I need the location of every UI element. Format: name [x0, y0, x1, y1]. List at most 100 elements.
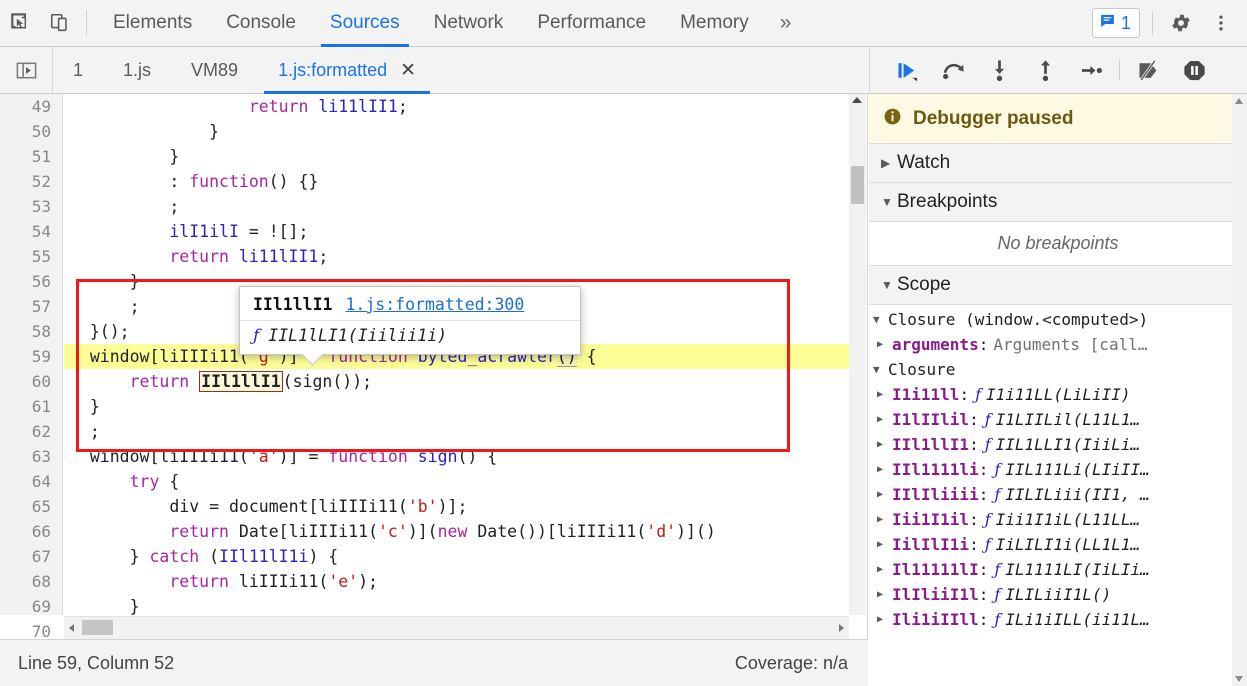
show-navigator-icon[interactable] — [0, 47, 52, 94]
vertical-scroll-thumb[interactable] — [851, 166, 864, 204]
line-number[interactable]: 59 — [0, 344, 62, 369]
code-line[interactable]: ilI1ilI = ![]; — [64, 219, 854, 244]
code-line[interactable]: try { — [64, 469, 854, 494]
line-number[interactable]: 66 — [0, 519, 62, 544]
code-line[interactable]: window[liIIIi11('a')] = function sign() … — [64, 444, 854, 469]
file-tab-vm89[interactable]: VM89 — [171, 47, 258, 94]
gear-icon[interactable] — [1161, 0, 1201, 47]
file-tab-1js[interactable]: 1.js — [103, 47, 171, 94]
scope-function-row[interactable]: ▶ IIl1llI1: ƒ IIL1LLI1(IiiLi… — [869, 432, 1247, 457]
chevron-right-icon[interactable]: ▶ — [877, 532, 892, 557]
scope-closure-row[interactable]: ▼ Closure — [869, 357, 1247, 382]
chevron-right-icon[interactable]: ▶ — [877, 582, 892, 607]
tab-console[interactable]: Console — [209, 0, 313, 47]
code-line[interactable]: return liIIIi11('e'); — [64, 569, 854, 594]
tab-sources[interactable]: Sources — [313, 0, 417, 47]
chevron-right-icon[interactable]: ▶ — [877, 457, 892, 482]
scroll-left-arrow-icon[interactable] — [69, 624, 74, 632]
line-number[interactable]: 58 — [0, 319, 62, 344]
inspect-cursor-icon[interactable] — [0, 0, 40, 47]
code-line[interactable]: } — [64, 394, 854, 419]
device-toolbar-icon[interactable] — [40, 0, 80, 47]
step-into-icon[interactable] — [976, 50, 1022, 90]
line-number[interactable]: 53 — [0, 194, 62, 219]
resume-icon[interactable] — [884, 50, 930, 90]
tab-memory[interactable]: Memory — [663, 0, 766, 47]
line-number[interactable]: 68 — [0, 569, 62, 594]
scope-property-row[interactable]: ▶ arguments: Arguments [call… — [869, 332, 1247, 357]
kebab-menu-icon[interactable] — [1201, 0, 1241, 47]
scope-function-row[interactable]: ▶ Il11111lI: ƒ IL1111LI(IiLIi… — [869, 557, 1247, 582]
section-breakpoints[interactable]: ▼ Breakpoints — [869, 183, 1247, 222]
line-number[interactable]: 67 — [0, 544, 62, 569]
step-over-icon[interactable] — [930, 50, 976, 90]
sidebar-vertical-scrollbar[interactable] — [1232, 94, 1247, 686]
chevron-right-icon[interactable]: ▶ — [877, 332, 892, 357]
line-number[interactable]: 61 — [0, 394, 62, 419]
code-line[interactable]: return li11lII1; — [64, 94, 854, 119]
popover-source-link[interactable]: 1.js:formatted:300 — [345, 295, 524, 314]
more-tabs-icon[interactable]: » — [766, 11, 806, 35]
tab-elements[interactable]: Elements — [96, 0, 209, 47]
chevron-down-icon[interactable]: ▼ — [873, 357, 888, 382]
line-number[interactable]: 55 — [0, 244, 62, 269]
editor-horizontal-scrollbar[interactable] — [64, 616, 849, 639]
line-number[interactable]: 52 — [0, 169, 62, 194]
line-number[interactable]: 62 — [0, 419, 62, 444]
horizontal-scroll-thumb[interactable] — [82, 620, 113, 635]
tab-performance[interactable]: Performance — [520, 0, 663, 47]
code-line[interactable]: : function() {} — [64, 169, 854, 194]
scroll-down-arrow-icon[interactable] — [1235, 676, 1243, 682]
code-line[interactable]: return Date[liIIIi11('c')](new Date())[l… — [64, 519, 854, 544]
scope-closure-row[interactable]: ▼ Closure (window.<computed>) — [869, 307, 1247, 332]
scroll-up-arrow-icon[interactable] — [1235, 98, 1243, 104]
chevron-right-icon[interactable]: ▶ — [877, 482, 892, 507]
step-out-icon[interactable] — [1022, 50, 1068, 90]
chevron-right-icon[interactable]: ▶ — [877, 407, 892, 432]
chevron-right-icon[interactable]: ▶ — [877, 382, 892, 407]
file-tab-1js-formatted[interactable]: 1.js:formatted ✕ — [258, 47, 436, 94]
file-tab-1[interactable]: 1 — [53, 47, 103, 94]
line-number[interactable]: 64 — [0, 469, 62, 494]
chevron-right-icon[interactable]: ▶ — [877, 507, 892, 532]
line-number[interactable]: 54 — [0, 219, 62, 244]
editor-vertical-scrollbar[interactable] — [849, 94, 866, 615]
line-number[interactable]: 51 — [0, 144, 62, 169]
scope-function-row[interactable]: ▶ I1i11ll: ƒ I1i11LL(LiLiII) — [869, 382, 1247, 407]
scope-function-row[interactable]: ▶ I1lIIlil: ƒ I1LIILil(L11L1… — [869, 407, 1247, 432]
scope-function-row[interactable]: ▶ Ili1iIIll: ƒ ILi1iILL(ii11L… — [869, 607, 1247, 632]
scroll-right-arrow-icon[interactable] — [839, 624, 844, 632]
code-line[interactable]: return IIl1llI1 (sign()); — [64, 369, 854, 394]
line-number[interactable]: 57 — [0, 294, 62, 319]
line-number[interactable]: 69 — [0, 594, 62, 619]
deactivate-breakpoints-icon[interactable] — [1125, 50, 1171, 90]
scope-function-row[interactable]: ▶ IIl1111li: ƒ IIL111Li(LIiII… — [869, 457, 1247, 482]
code-line[interactable]: } — [64, 144, 854, 169]
step-icon[interactable] — [1068, 50, 1114, 90]
line-number[interactable]: 63 — [0, 444, 62, 469]
scope-function-row[interactable]: ▶ IIlIliiii: ƒ IILILiii(II1, … — [869, 482, 1247, 507]
section-watch[interactable]: ▶ Watch — [869, 144, 1247, 183]
scope-function-row[interactable]: ▶ IilIlI1i: ƒ IiLILI1i(LL1L1… — [869, 532, 1247, 557]
line-number[interactable]: 49 — [0, 94, 62, 119]
section-scope[interactable]: ▼ Scope — [869, 266, 1247, 305]
scope-function-row[interactable]: ▶ IlIliiI1l: ƒ ILILiiI1L() — [869, 582, 1247, 607]
code-line[interactable]: } catch (IIl11lI1i) { — [64, 544, 854, 569]
code-line[interactable]: ; — [64, 419, 854, 444]
scope-function-row[interactable]: ▶ Iii1I1il: ƒ Iii1I1iL(L11LL… — [869, 507, 1247, 532]
tab-network[interactable]: Network — [417, 0, 521, 47]
line-number[interactable]: 60 — [0, 369, 62, 394]
chevron-right-icon[interactable]: ▶ — [877, 432, 892, 457]
code-line[interactable]: } — [64, 594, 854, 615]
line-number[interactable]: 50 — [0, 119, 62, 144]
coverage-status[interactable]: Coverage: n/a — [735, 653, 848, 674]
code-line[interactable]: return li11lII1; — [64, 244, 854, 269]
scroll-up-arrow-icon[interactable] — [852, 97, 862, 103]
line-number[interactable]: 70 — [0, 619, 62, 639]
chevron-right-icon[interactable]: ▶ — [877, 607, 892, 632]
close-icon[interactable]: ✕ — [400, 61, 416, 80]
line-number[interactable]: 65 — [0, 494, 62, 519]
pause-on-exceptions-icon[interactable] — [1171, 50, 1217, 90]
code-line[interactable]: ; — [64, 194, 854, 219]
line-number[interactable]: 56 — [0, 269, 62, 294]
